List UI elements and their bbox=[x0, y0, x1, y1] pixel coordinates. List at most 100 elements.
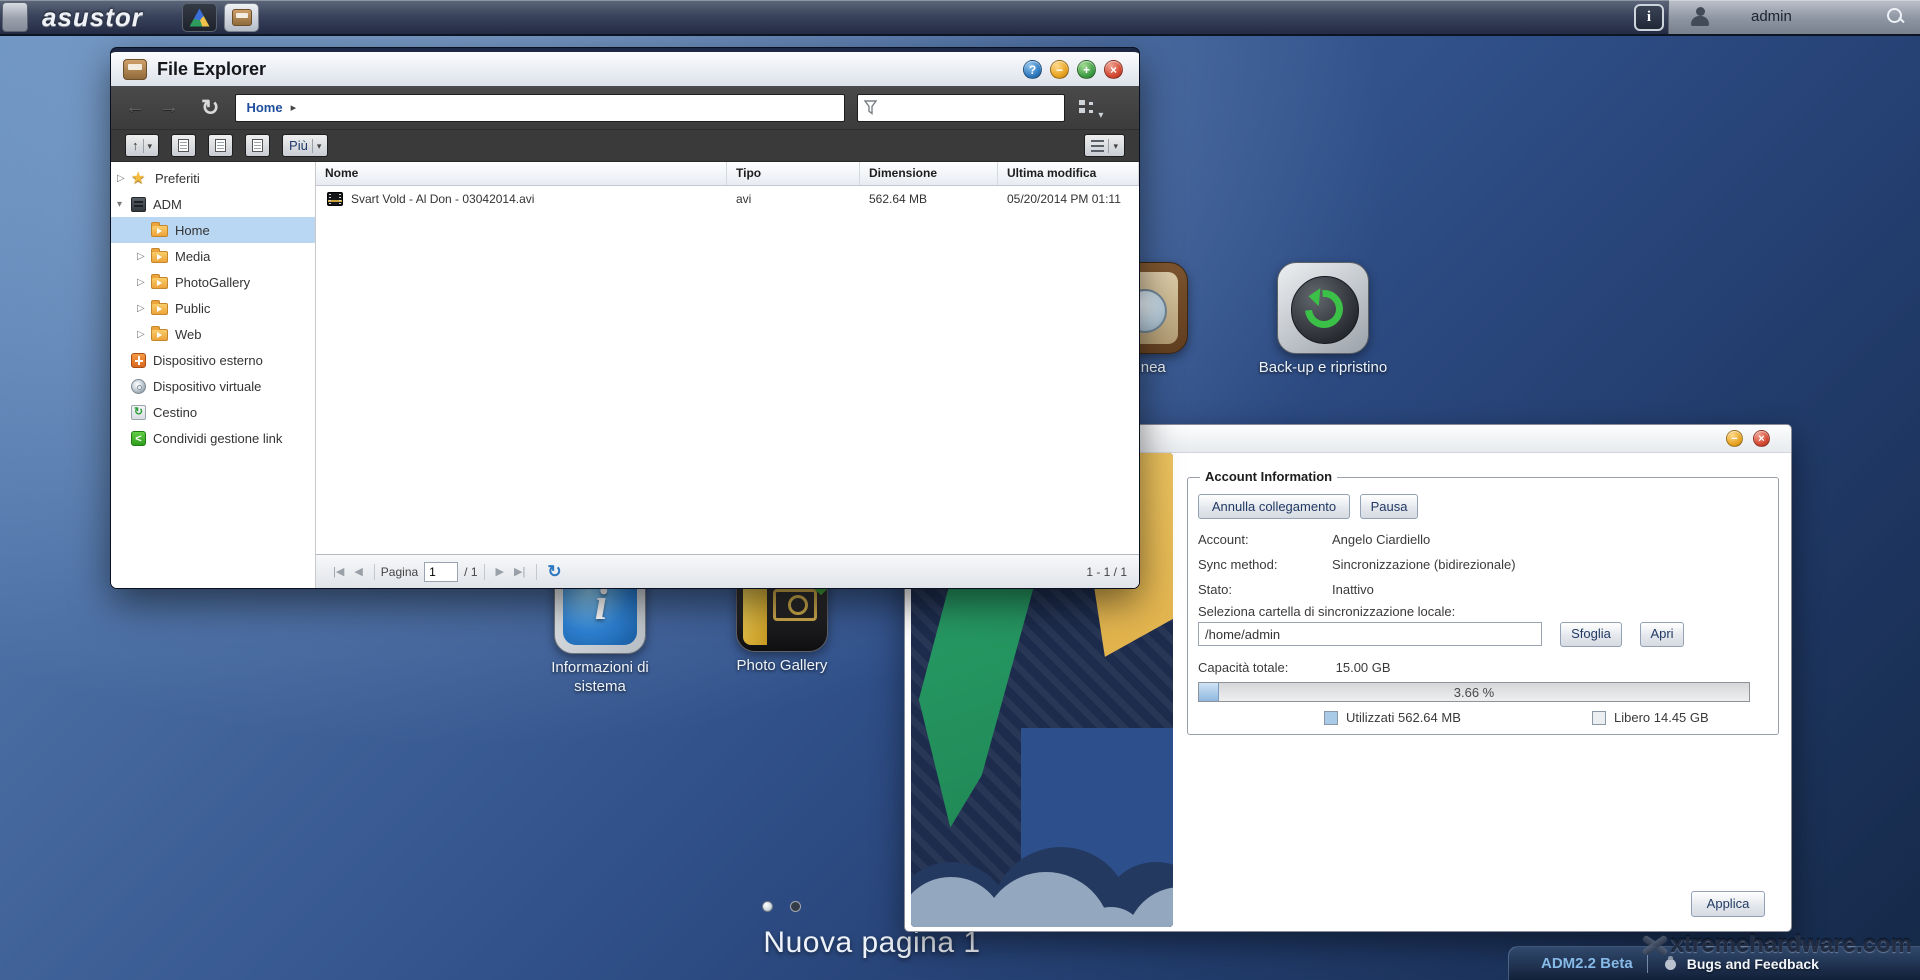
sidebar-item-dispositivo-virtuale[interactable]: Dispositivo virtuale bbox=[111, 373, 315, 399]
info-row-stato: Stato:Inattivo bbox=[1198, 582, 1374, 597]
page-dot-active[interactable] bbox=[762, 901, 773, 912]
sidebar-item-label: Dispositivo virtuale bbox=[153, 379, 261, 394]
copy-icon bbox=[178, 139, 189, 152]
username-label: admin bbox=[1751, 8, 1792, 25]
taskbar-google-drive-button[interactable] bbox=[182, 3, 217, 32]
refresh-icon[interactable]: ↻ bbox=[201, 95, 219, 121]
sidebar-item-condividi-gestione-link[interactable]: Condividi gestione link bbox=[111, 425, 315, 451]
minimize-icon[interactable]: − bbox=[1726, 430, 1743, 447]
sidebar-item-label: Media bbox=[175, 249, 210, 264]
list-view-dropdown-icon[interactable]: ▾ bbox=[1108, 139, 1118, 153]
file-row[interactable]: Svart Vold - Al Don - 03042014.aviavi562… bbox=[316, 186, 1139, 212]
apply-button[interactable]: Applica bbox=[1691, 891, 1765, 917]
sidebar-item-public[interactable]: ▷Public bbox=[111, 295, 315, 321]
last-page-icon[interactable]: ▶| bbox=[514, 565, 525, 578]
asustor-logo: asustor bbox=[42, 2, 143, 33]
breadcrumb-home[interactable]: Home bbox=[246, 100, 282, 115]
close-icon[interactable]: × bbox=[1104, 60, 1123, 79]
browse-button[interactable]: Sfoglia bbox=[1560, 622, 1622, 647]
expand-arrow-icon[interactable]: ▷ bbox=[137, 277, 151, 288]
column-header-ultima-modifica[interactable]: Ultima modifica bbox=[998, 162, 1139, 185]
sidebar-item-adm[interactable]: ▾ADM bbox=[111, 191, 315, 217]
filter-input[interactable] bbox=[877, 101, 1058, 115]
maximize-icon[interactable]: + bbox=[1077, 60, 1096, 79]
disconnect-button[interactable]: Annulla collegamento bbox=[1198, 494, 1350, 519]
search-icon[interactable] bbox=[1886, 7, 1906, 27]
expand-arrow-icon[interactable]: ▷ bbox=[137, 251, 151, 262]
pagination-bar: |◀ ◀ Pagina / 1 ▶ ▶| ↻ 1 - 1 / 1 bbox=[316, 554, 1139, 588]
forward-icon[interactable]: → bbox=[159, 96, 179, 119]
adm-version-label: ADM2.2 Beta bbox=[1541, 955, 1633, 972]
pause-button[interactable]: Pausa bbox=[1360, 494, 1418, 519]
sync-folder-input[interactable] bbox=[1198, 622, 1542, 646]
more-button[interactable]: Più ▾ bbox=[282, 134, 328, 157]
sidebar-item-media[interactable]: ▷ Media bbox=[111, 243, 315, 269]
page-dot[interactable] bbox=[790, 901, 801, 912]
capacity-value: 15.00 GB bbox=[1336, 660, 1391, 675]
system-info-button[interactable]: i bbox=[1634, 4, 1664, 31]
account-information-fieldset: Account Information Annulla collegamento… bbox=[1187, 477, 1779, 735]
sidebar-item-home[interactable]: Home bbox=[111, 217, 315, 243]
list-view-icon bbox=[1091, 140, 1104, 152]
first-page-icon[interactable]: |◀ bbox=[333, 565, 344, 578]
collapse-arrow-icon[interactable]: ▾ bbox=[117, 199, 131, 210]
sidebar-item-preferiti[interactable]: ▷Preferiti bbox=[111, 165, 315, 191]
folder-icon bbox=[151, 277, 168, 289]
upload-arrow-icon: ↑ bbox=[132, 139, 139, 152]
taskbar-left-tab[interactable] bbox=[2, 2, 28, 32]
breadcrumb[interactable]: Home ▸ bbox=[235, 94, 845, 122]
sidebar-item-web[interactable]: ▷Web bbox=[111, 321, 315, 347]
view-options-icon[interactable] bbox=[1079, 99, 1101, 117]
more-dropdown-icon[interactable]: ▾ bbox=[312, 139, 322, 153]
close-icon[interactable]: × bbox=[1753, 430, 1770, 447]
navigation-toolbar: ← → ↻ Home ▸ bbox=[111, 86, 1139, 130]
info-value: Inattivo bbox=[1332, 582, 1374, 597]
bugs-feedback-link[interactable]: Bugs and Feedback bbox=[1687, 956, 1819, 972]
column-header-tipo[interactable]: Tipo bbox=[727, 162, 860, 185]
back-icon[interactable]: ← bbox=[125, 96, 145, 119]
capacity-row: Capacità totale: 15.00 GB bbox=[1198, 660, 1391, 675]
sidebar-item-photogallery[interactable]: ▷PhotoGallery bbox=[111, 269, 315, 295]
expand-arrow-icon[interactable]: ▷ bbox=[137, 303, 151, 314]
upload-button[interactable]: ↑ ▾ bbox=[125, 134, 159, 157]
next-page-icon[interactable]: ▶ bbox=[496, 565, 504, 578]
sidebar-item-label: Home bbox=[175, 223, 210, 238]
filter-box[interactable] bbox=[857, 94, 1065, 122]
expand-arrow-icon[interactable]: ▷ bbox=[137, 329, 151, 340]
expand-arrow-icon[interactable]: ▷ bbox=[117, 173, 131, 184]
desktop-icon-backup[interactable]: Back-up e ripristino bbox=[1277, 262, 1369, 354]
google-drive-icon bbox=[190, 9, 210, 27]
info-label: Sync method: bbox=[1198, 557, 1332, 572]
column-header-dimensione[interactable]: Dimensione bbox=[860, 162, 998, 185]
desktop-icon-label: Photo Gallery bbox=[707, 656, 857, 675]
bug-icon bbox=[1662, 957, 1679, 971]
avi-file-icon bbox=[327, 192, 343, 206]
paste-button[interactable] bbox=[208, 134, 233, 157]
open-button[interactable]: Apri bbox=[1640, 622, 1684, 647]
select-button[interactable] bbox=[245, 134, 270, 157]
list-view-button[interactable]: ▾ bbox=[1084, 134, 1125, 157]
paste-icon bbox=[215, 139, 226, 152]
recycle-icon bbox=[131, 405, 146, 420]
sidebar-item-cestino[interactable]: Cestino bbox=[111, 399, 315, 425]
star-icon bbox=[131, 171, 148, 186]
select-icon bbox=[252, 139, 263, 152]
more-button-label: Più bbox=[289, 138, 308, 153]
file-explorer-titlebar[interactable]: File Explorer ? − + × bbox=[111, 52, 1139, 86]
taskbar-file-explorer-button[interactable] bbox=[224, 3, 259, 32]
prev-page-icon[interactable]: ◀ bbox=[354, 565, 362, 578]
copy-button[interactable] bbox=[171, 134, 196, 157]
help-icon[interactable]: ? bbox=[1023, 60, 1042, 79]
minimize-icon[interactable]: − bbox=[1050, 60, 1069, 79]
column-header-nome[interactable]: Nome bbox=[316, 162, 727, 185]
upload-dropdown-icon[interactable]: ▾ bbox=[143, 139, 153, 153]
info-row-account: Account:Angelo Ciardiello bbox=[1198, 532, 1430, 547]
sidebar-item-dispositivo-esterno[interactable]: Dispositivo esterno bbox=[111, 347, 315, 373]
usage-percent-label: 3.66 % bbox=[1199, 683, 1749, 701]
refresh-list-icon[interactable]: ↻ bbox=[547, 562, 561, 582]
sidebar-item-label: Dispositivo esterno bbox=[153, 353, 263, 368]
file-list: Svart Vold - Al Don - 03042014.aviavi562… bbox=[316, 186, 1139, 554]
user-segment[interactable]: admin bbox=[1668, 0, 1920, 34]
footer-divider bbox=[1647, 955, 1648, 973]
page-number-input[interactable] bbox=[424, 562, 458, 582]
